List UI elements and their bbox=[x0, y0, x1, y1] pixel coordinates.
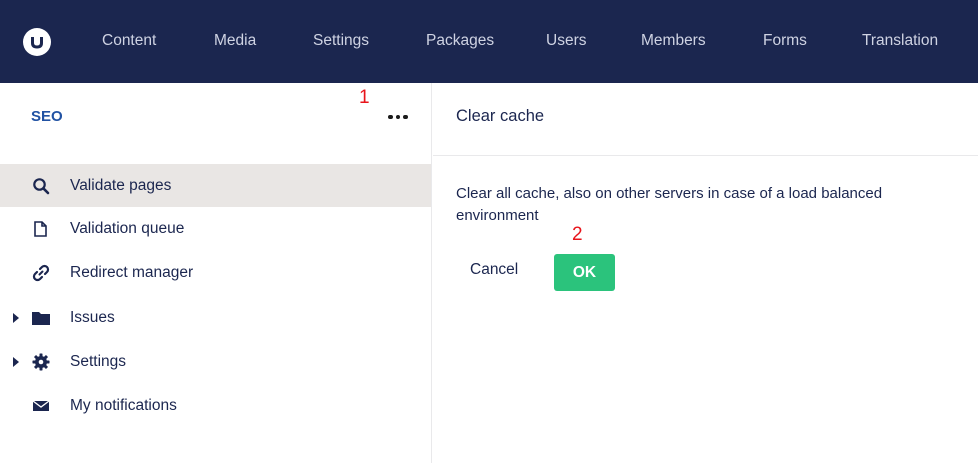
sidebar-tree: SEO 1 Validate pages Validation queue Re… bbox=[0, 83, 432, 463]
nav-item-content[interactable]: Content bbox=[102, 32, 156, 50]
section-title: SEO bbox=[31, 108, 63, 125]
tree-item-label: Redirect manager bbox=[70, 263, 194, 281]
ellipsis-dot bbox=[395, 114, 401, 120]
cancel-button[interactable]: Cancel bbox=[470, 261, 518, 279]
panel-header: Clear cache bbox=[433, 83, 978, 156]
link-icon bbox=[30, 262, 52, 284]
nav-item-settings[interactable]: Settings bbox=[313, 32, 369, 50]
tree-item-label: Validate pages bbox=[70, 176, 172, 194]
annotation-marker-1: 1 bbox=[359, 87, 370, 108]
tree-item-settings[interactable]: Settings bbox=[0, 340, 431, 383]
nav-item-users[interactable]: Users bbox=[546, 32, 586, 50]
search-icon bbox=[30, 175, 52, 197]
main-panel: Clear cache Clear all cache, also on oth… bbox=[433, 83, 978, 463]
tree-item-label: My notifications bbox=[70, 396, 177, 414]
ok-button[interactable]: OK bbox=[554, 254, 615, 291]
ellipsis-icon bbox=[388, 114, 393, 120]
tree-item-label: Issues bbox=[70, 308, 115, 326]
nav-item-packages[interactable]: Packages bbox=[426, 32, 494, 50]
tree-item-my-notifications[interactable]: My notifications bbox=[0, 384, 431, 427]
ellipsis-dot bbox=[403, 114, 408, 120]
nav-item-media[interactable]: Media bbox=[214, 32, 256, 50]
tree-item-label: Settings bbox=[70, 352, 127, 370]
folder-icon bbox=[30, 307, 52, 329]
tree-item-redirect-manager[interactable]: Redirect manager bbox=[0, 251, 431, 294]
annotation-marker-2: 2 bbox=[572, 224, 583, 245]
tree-item-label: Validation queue bbox=[70, 219, 185, 237]
panel-title: Clear cache bbox=[456, 107, 545, 125]
top-navigation-bar: Content Media Settings Packages Users Me… bbox=[0, 0, 978, 83]
caret-right-icon[interactable] bbox=[12, 356, 20, 368]
more-actions-button[interactable] bbox=[380, 102, 416, 132]
umbraco-logo-icon[interactable] bbox=[23, 28, 51, 56]
envelope-icon bbox=[30, 395, 52, 417]
document-icon bbox=[30, 218, 52, 240]
caret-right-icon[interactable] bbox=[12, 312, 20, 324]
gear-icon bbox=[30, 351, 52, 373]
nav-item-forms[interactable]: Forms bbox=[763, 32, 807, 50]
nav-item-members[interactable]: Members bbox=[641, 32, 706, 50]
tree-item-validation-queue[interactable]: Validation queue bbox=[0, 207, 431, 250]
tree-item-issues[interactable]: Issues bbox=[0, 296, 431, 339]
tree-item-validate-pages[interactable]: Validate pages bbox=[0, 164, 431, 207]
nav-item-translation[interactable]: Translation bbox=[862, 32, 938, 50]
dialog-description: Clear all cache, also on other servers i… bbox=[456, 185, 883, 224]
